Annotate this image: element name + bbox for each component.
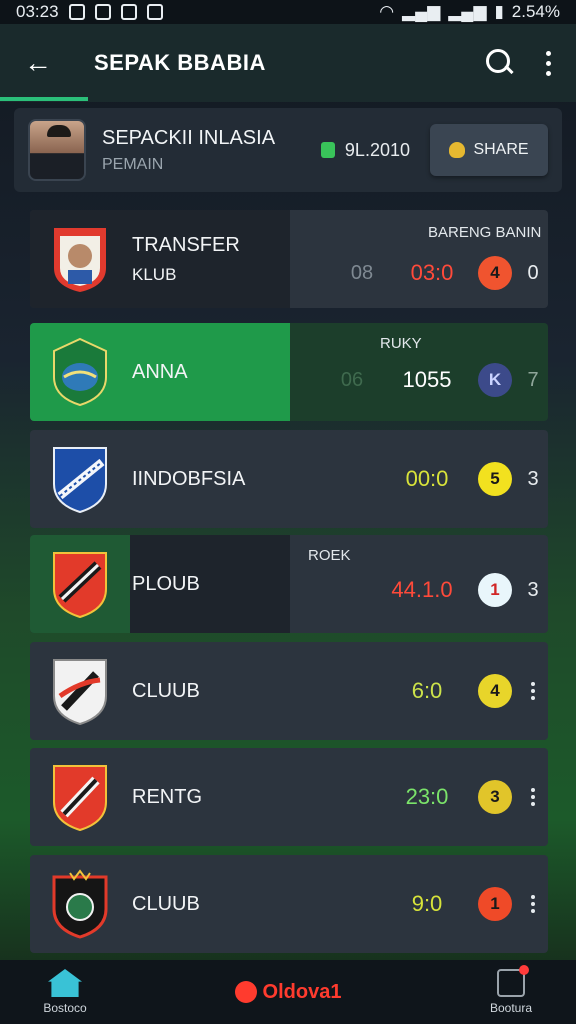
back-arrow-icon[interactable]: ← bbox=[24, 47, 64, 79]
rank-value: 3 bbox=[527, 578, 539, 601]
more-options-icon[interactable] bbox=[518, 895, 548, 913]
club-name: ANNA bbox=[132, 360, 188, 383]
app-bar: ← SEPAK BBABIA bbox=[0, 24, 576, 102]
wifi-icon: ◠ bbox=[379, 2, 395, 21]
list-item[interactable]: RENTG 23:0 3 bbox=[30, 748, 548, 846]
notification-icon bbox=[68, 4, 85, 20]
nav-notes[interactable]: Bootura bbox=[466, 965, 556, 1015]
signal-icon: ▂▄▆ bbox=[448, 2, 487, 21]
status-bar: 03:23 ◠ ▂▄▆ ▂▄▆ ▮ 2.54% bbox=[0, 0, 576, 24]
tab-indicator bbox=[0, 97, 88, 101]
avatar[interactable] bbox=[28, 119, 86, 181]
more-options-icon[interactable] bbox=[544, 50, 552, 76]
profile-stat: 9L.2010 bbox=[320, 139, 410, 161]
battery-level: 2.54% bbox=[511, 2, 560, 21]
share-icon bbox=[449, 142, 466, 158]
battery-icon: ▮ bbox=[494, 2, 504, 21]
column-header: ROEK bbox=[308, 547, 351, 564]
rank-value: 3 bbox=[527, 467, 539, 490]
notification-icon bbox=[120, 4, 137, 20]
coin-icon bbox=[320, 142, 335, 158]
brand-name: Oldova1 bbox=[262, 980, 342, 1003]
position-badge: 1 bbox=[478, 573, 512, 607]
club-crest-icon bbox=[54, 228, 106, 292]
profile-card[interactable]: SEPACKII INLASIA PEMAIN 9L.2010 SHARE bbox=[14, 108, 562, 192]
camera-icon bbox=[146, 4, 163, 20]
club-name: CLUUB bbox=[132, 892, 200, 915]
club-crest-icon bbox=[53, 337, 107, 407]
status-time: 03:23 bbox=[16, 2, 59, 21]
list-item[interactable]: ANNA RUKY 06 1055 K 7 bbox=[30, 323, 548, 421]
home-icon bbox=[48, 969, 82, 997]
search-icon[interactable] bbox=[480, 43, 520, 83]
club-crest-icon bbox=[52, 869, 108, 939]
position-badge: 5 bbox=[478, 462, 512, 496]
club-subtitle: KLUB bbox=[132, 264, 177, 284]
nav-home[interactable]: Bostoco bbox=[20, 969, 110, 1015]
profile-stat-value: 9L.2010 bbox=[344, 139, 410, 160]
position-badge: 4 bbox=[478, 256, 512, 290]
club-crest-icon bbox=[53, 765, 107, 832]
match-score: 9:0 bbox=[411, 891, 443, 916]
club-name: RENTG bbox=[132, 785, 202, 808]
share-button[interactable]: SHARE bbox=[430, 124, 548, 176]
more-options-icon[interactable] bbox=[518, 788, 548, 806]
list-item[interactable]: IINDOBFSIA 00:0 5 3 bbox=[30, 430, 548, 528]
rank-value: 0 bbox=[527, 261, 539, 284]
page-title: SEPAK BBABIA bbox=[94, 50, 266, 75]
list-item[interactable]: CLUUB 9:0 1 bbox=[30, 855, 548, 953]
match-score: 44.1.0 bbox=[391, 577, 453, 602]
position-badge: K bbox=[478, 363, 512, 397]
notification-icon bbox=[94, 4, 111, 20]
club-name: CLUUB bbox=[132, 679, 200, 702]
bottom-nav: Bostoco Oldova1 Bootura bbox=[0, 960, 576, 1024]
match-score: 03:0 bbox=[410, 260, 454, 285]
brand-logo[interactable]: Oldova1 bbox=[234, 980, 342, 1004]
position-badge: 4 bbox=[478, 674, 512, 708]
muted-value: 06 bbox=[340, 368, 364, 391]
club-name: IINDOBFSIA bbox=[132, 467, 246, 490]
muted-value: 08 bbox=[350, 261, 374, 284]
match-score: 1055 bbox=[402, 367, 452, 392]
profile-name: SEPACKII INLASIA bbox=[102, 126, 276, 149]
match-score: 23:0 bbox=[405, 784, 449, 809]
notes-icon bbox=[496, 965, 529, 997]
position-badge: 1 bbox=[478, 887, 512, 921]
list-item[interactable]: TRANSFER KLUB BARENG BANIN 08 03:0 4 0 bbox=[30, 210, 548, 308]
club-crest-icon bbox=[53, 659, 107, 726]
club-name: PLOUB bbox=[132, 572, 200, 595]
club-name: TRANSFER bbox=[132, 233, 240, 256]
more-options-icon[interactable] bbox=[518, 682, 548, 700]
list-item[interactable]: PLOUB ROEK 44.1.0 1 3 bbox=[30, 535, 548, 633]
club-crest-icon bbox=[53, 447, 107, 514]
profile-subtitle: PEMAIN bbox=[102, 155, 164, 173]
signal-icon: ▂▄▆ bbox=[402, 2, 441, 21]
club-crest-icon bbox=[53, 552, 107, 619]
rank-value: 7 bbox=[527, 368, 539, 391]
position-badge: 3 bbox=[478, 780, 512, 814]
match-score: 6:0 bbox=[411, 678, 443, 703]
list-item[interactable]: CLUUB 6:0 4 bbox=[30, 642, 548, 740]
share-label: SHARE bbox=[473, 141, 529, 158]
brand-icon bbox=[234, 981, 257, 1003]
nav-notes-label: Bootura bbox=[489, 1001, 532, 1015]
nav-home-label: Bostoco bbox=[43, 1001, 87, 1015]
match-score: 00:0 bbox=[405, 466, 449, 491]
